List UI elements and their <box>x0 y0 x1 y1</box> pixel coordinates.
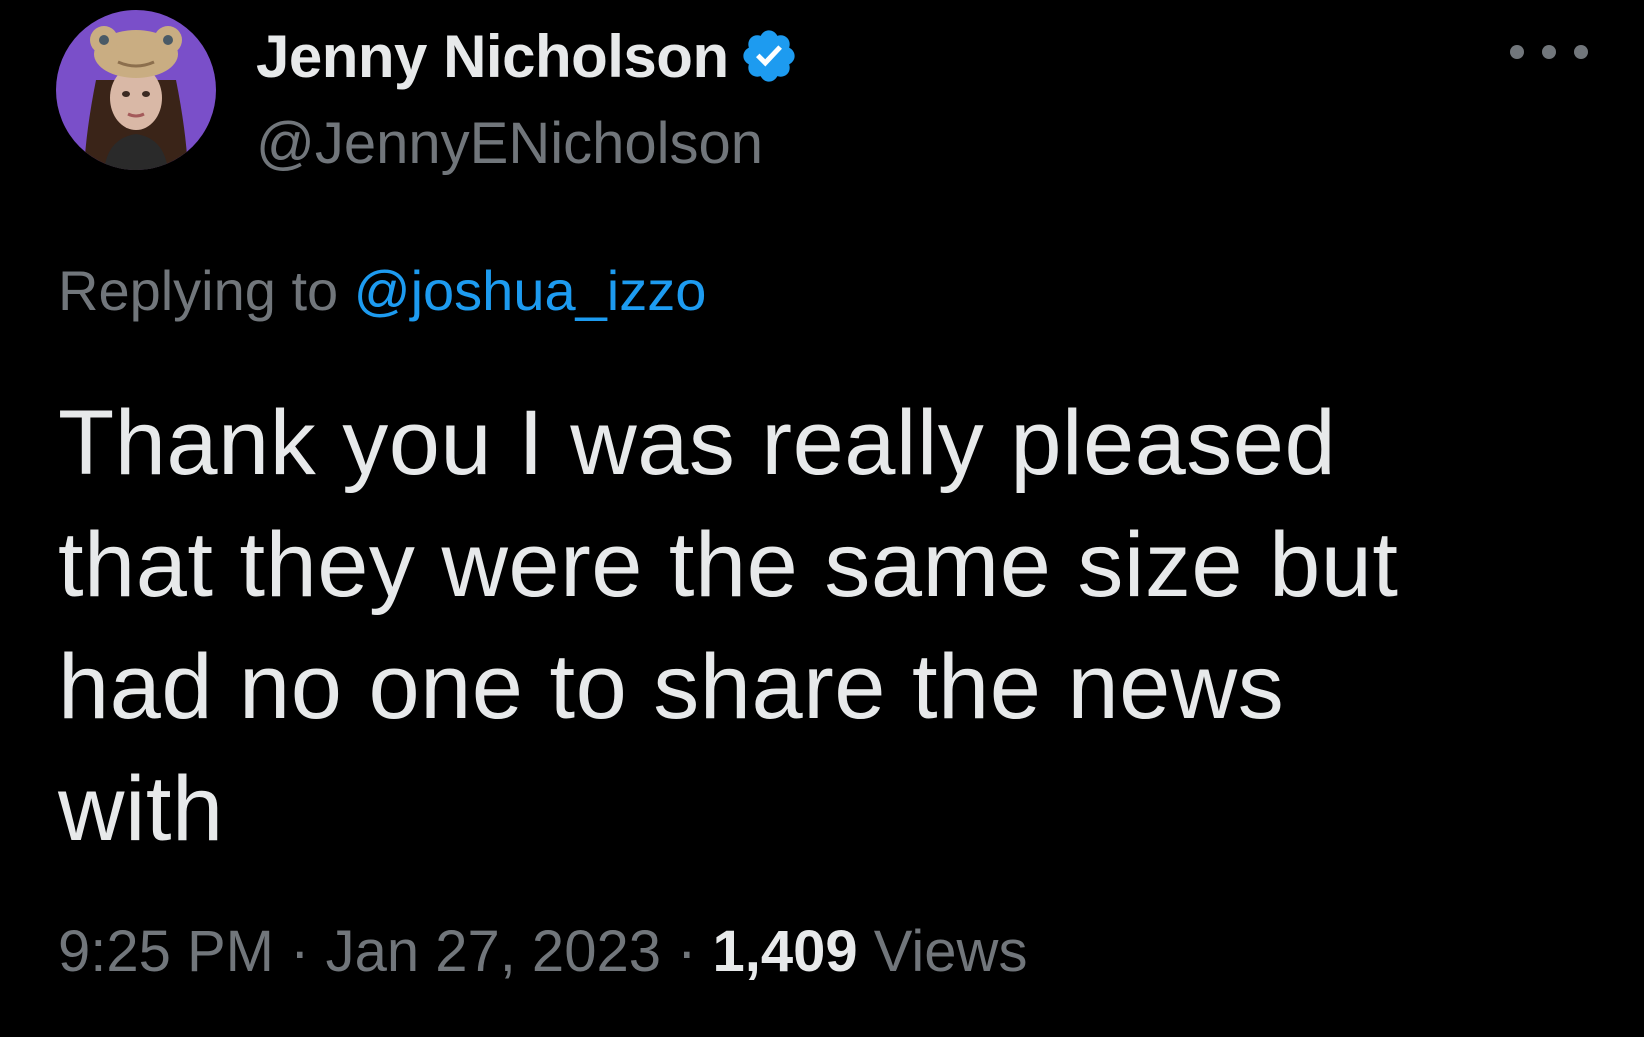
tweet-text-line: had no one to share the news <box>58 636 1285 738</box>
tweet-date[interactable]: Jan 27, 2023 <box>326 919 678 984</box>
tweet-time[interactable]: 9:25 PM <box>58 919 290 984</box>
views-count[interactable]: 1,409 <box>713 919 874 984</box>
tweet-text: Thank you I was really pleased that they… <box>58 382 1558 870</box>
meta-separator: · <box>677 919 713 984</box>
reply-target-link[interactable]: @joshua_izzo <box>354 259 707 322</box>
tweet-text-line: with <box>58 758 224 860</box>
tweet-text-line: Thank you I was really pleased <box>58 392 1337 494</box>
tweet-card: Jenny Nicholson @JennyENicholson Replyin… <box>0 0 1644 1037</box>
views-label: Views <box>873 919 1028 984</box>
verified-badge-icon <box>739 26 799 86</box>
more-options-icon[interactable] <box>1510 34 1588 70</box>
author-avatar[interactable] <box>56 10 216 170</box>
more-dot <box>1542 45 1556 59</box>
replying-to-label: Replying to <box>58 259 354 322</box>
more-dot <box>1510 45 1524 59</box>
avatar-image <box>56 10 216 170</box>
tweet-metadata: 9:25 PM · Jan 27, 2023 · 1,409 Views <box>58 918 1027 985</box>
author-display-name[interactable]: Jenny Nicholson <box>256 22 729 91</box>
tweet-text-line: that they were the same size but <box>58 514 1399 616</box>
more-dot <box>1574 45 1588 59</box>
meta-separator: · <box>290 919 326 984</box>
author-handle[interactable]: @JennyENicholson <box>256 110 763 177</box>
author-name-row: Jenny Nicholson <box>256 20 799 92</box>
replying-to-line: Replying to @joshua_izzo <box>58 258 706 323</box>
